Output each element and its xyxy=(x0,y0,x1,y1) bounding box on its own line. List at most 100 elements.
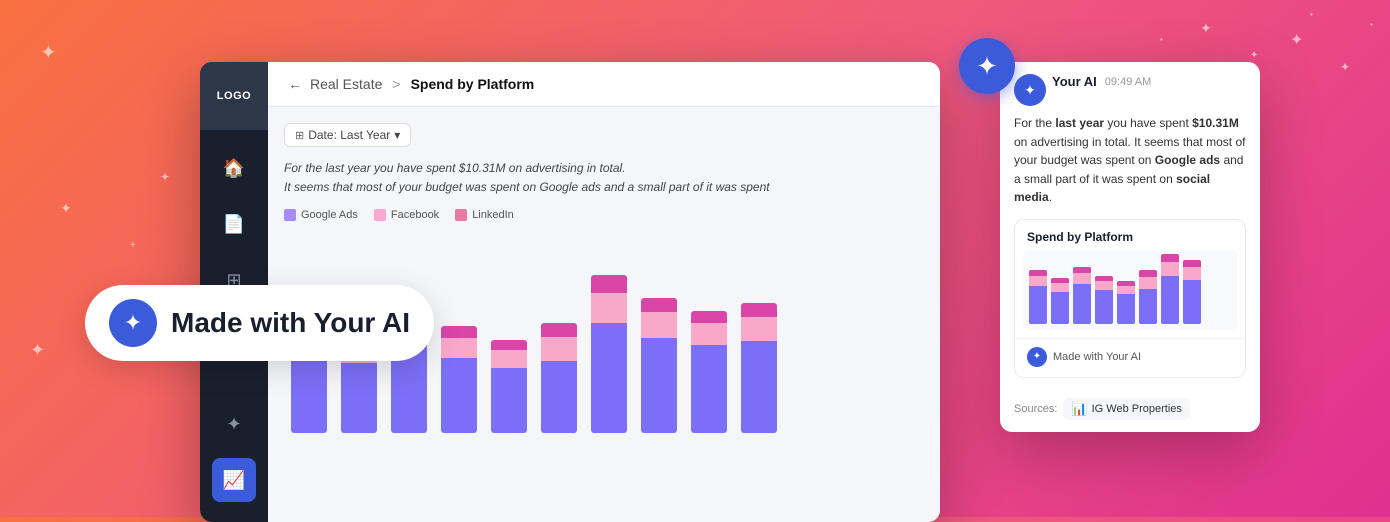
sidebar-item-sparkle[interactable]: ✦ xyxy=(212,402,256,446)
bar-segment-facebook xyxy=(591,293,627,323)
bar-segment-facebook xyxy=(641,312,677,338)
mini-bar-stack xyxy=(1029,270,1047,324)
sparkle-icon: ✦ xyxy=(226,414,241,435)
bar-stack xyxy=(541,323,577,433)
bar-segment-google xyxy=(341,363,377,433)
bar-stack xyxy=(741,303,777,433)
source-badge[interactable]: 📊 IG Web Properties xyxy=(1063,398,1189,420)
star-decoration-4: ✦ xyxy=(160,170,170,184)
bar-segment-linkedin xyxy=(541,323,577,337)
sidebar-item-doc[interactable]: 📄 xyxy=(212,202,256,246)
filter-icon: ⊞ xyxy=(295,129,304,142)
bar-segment-linkedin xyxy=(491,340,527,350)
mini-bar-linkedin xyxy=(1161,254,1179,262)
bar-stack xyxy=(691,311,727,433)
mini-ai-icon: ✦ xyxy=(1027,347,1047,367)
legend-label-facebook: Facebook xyxy=(391,209,439,221)
star-decoration-12: • xyxy=(1160,35,1163,44)
mini-bar-stack xyxy=(1117,281,1135,324)
mini-chart-card: Spend by Platform ✦ Made with Your AI xyxy=(1014,219,1246,378)
bar-segment-facebook xyxy=(741,317,777,341)
star-decoration-8: ✦ xyxy=(1290,30,1303,50)
bar-group xyxy=(638,298,680,433)
mini-bar-google xyxy=(1183,280,1201,324)
bar-group xyxy=(488,340,530,433)
bar-segment-facebook xyxy=(541,337,577,361)
star-decoration-2: ✦ xyxy=(60,200,72,217)
chat-sender: Your AI xyxy=(1052,74,1097,89)
star-decoration-11: • xyxy=(1310,10,1313,19)
mini-bar-linkedin xyxy=(1139,270,1157,277)
bar-stack xyxy=(591,275,627,433)
bar-segment-google xyxy=(741,341,777,433)
mini-sparkle-icon: ✦ xyxy=(1033,351,1041,362)
big-ai-icon: ✦ xyxy=(959,38,1015,94)
mini-bar-google xyxy=(1095,290,1113,324)
back-button[interactable]: ← xyxy=(288,76,302,92)
chat-sender-row: Your AI 09:49 AM xyxy=(1052,74,1246,89)
star-decoration-9: ✦ xyxy=(1340,60,1350,74)
star-decoration-7: ✦ xyxy=(1250,50,1258,61)
mini-card-footer: ✦ Made with Your AI xyxy=(1015,338,1245,377)
mini-bar-google xyxy=(1117,294,1135,324)
sidebar-item-chart[interactable]: 📈 xyxy=(212,458,256,502)
ai-avatar: ✦ xyxy=(1014,74,1046,106)
mini-bar-facebook xyxy=(1073,273,1091,284)
sources-label: Sources: xyxy=(1014,403,1057,415)
document-icon: 📄 xyxy=(223,214,245,235)
filter-bar: ⊞ Date: Last Year ▾ xyxy=(284,123,924,147)
bar-segment-google xyxy=(541,361,577,433)
legend-item-linkedin: LinkedIn xyxy=(455,209,514,221)
bar-stack xyxy=(491,340,527,433)
chat-header: ✦ Your AI 09:49 AM xyxy=(1000,62,1260,114)
legend-dot-linkedin xyxy=(455,209,467,221)
header: ← Real Estate > Spend by Platform xyxy=(268,62,940,107)
breadcrumb-parent[interactable]: Real Estate xyxy=(310,76,382,92)
mini-bar-stack xyxy=(1095,276,1113,324)
bar-segment-linkedin xyxy=(441,326,477,338)
mini-bar-stack xyxy=(1073,267,1091,324)
ai-avatar-icon: ✦ xyxy=(1024,82,1036,99)
sidebar-item-home[interactable]: 🏠 xyxy=(212,146,256,190)
mini-bar-facebook xyxy=(1095,281,1113,290)
mini-bar-stack xyxy=(1139,270,1157,324)
mini-made-with-label: Made with Your AI xyxy=(1053,351,1141,363)
bar-segment-linkedin xyxy=(741,303,777,317)
bar-segment-google xyxy=(641,338,677,433)
bar-group xyxy=(738,303,780,433)
bar-group xyxy=(438,326,480,433)
filter-arrow: ▾ xyxy=(394,128,400,142)
mini-bar-google xyxy=(1051,292,1069,324)
star-decoration-10: • xyxy=(1370,20,1373,29)
mini-bar-google xyxy=(1029,286,1047,324)
sidebar-logo: LOGO xyxy=(200,62,268,130)
mini-bar-stack xyxy=(1051,278,1069,324)
mini-bar-google xyxy=(1161,276,1179,324)
source-name: IG Web Properties xyxy=(1092,403,1182,415)
mini-chart-title: Spend by Platform xyxy=(1015,220,1245,250)
mini-bar-facebook xyxy=(1029,276,1047,286)
mini-chart-visual xyxy=(1023,250,1237,330)
legend-dot-facebook xyxy=(374,209,386,221)
mini-bar-stack xyxy=(1161,254,1179,324)
mini-bar-facebook xyxy=(1139,277,1157,289)
legend-item-facebook: Facebook xyxy=(374,209,439,221)
star-decoration-1: ✦ xyxy=(40,40,57,65)
bar-group xyxy=(688,311,730,433)
bar-segment-linkedin xyxy=(591,275,627,293)
bar-segment-linkedin xyxy=(691,311,727,323)
chart-legend: Google Ads Facebook LinkedIn xyxy=(284,209,924,221)
chat-meta: Your AI 09:49 AM xyxy=(1052,74,1246,93)
chat-time: 09:49 AM xyxy=(1105,76,1151,88)
mini-bar-facebook xyxy=(1051,283,1069,292)
chart-icon: 📈 xyxy=(223,470,245,491)
bar-segment-facebook xyxy=(441,338,477,358)
breadcrumb-separator: > xyxy=(392,76,400,92)
mini-bar-google xyxy=(1073,284,1091,324)
mini-bar-google xyxy=(1139,289,1157,324)
made-with-text: Made with Your AI xyxy=(171,307,410,339)
bar-segment-google xyxy=(591,323,627,433)
mini-bar-facebook xyxy=(1161,262,1179,276)
date-filter[interactable]: ⊞ Date: Last Year ▾ xyxy=(284,123,411,147)
source-chart-icon: 📊 xyxy=(1071,401,1087,417)
